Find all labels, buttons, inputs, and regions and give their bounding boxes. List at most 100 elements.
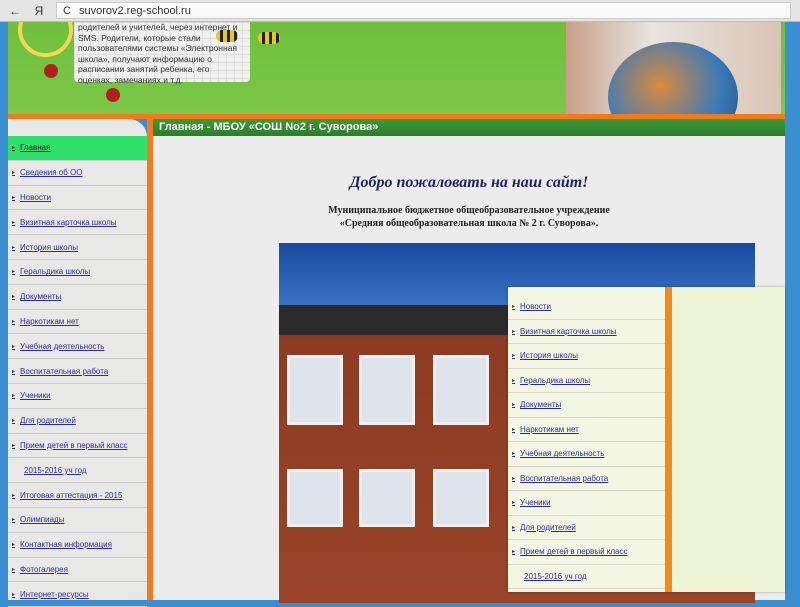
menu-item[interactable]: ▸ Наркотикам нет — [8, 310, 147, 335]
bullet-icon: ▸ — [512, 377, 516, 384]
bullet-icon: ▸ — [512, 304, 516, 311]
menu-item[interactable]: ▸ Итоговая аттестация - 2015 — [8, 483, 147, 508]
bullet-icon: ▸ — [12, 542, 16, 549]
bullet-icon: ▸ — [12, 219, 16, 226]
menu-item[interactable]: ▸ Главная — [8, 136, 147, 161]
overlay-blank — [672, 287, 785, 592]
menu-item-label: Визитная карточка школы — [20, 217, 117, 227]
flower-icon — [44, 64, 58, 78]
bullet-icon: ▸ — [12, 343, 16, 350]
menu-item-label: Главная — [20, 143, 51, 153]
bullet-icon: ▸ — [12, 442, 16, 449]
menu-item-label: Наркотикам нет — [20, 316, 79, 326]
bullet-icon: ▸ — [512, 451, 516, 458]
bullet-icon: ▸ — [512, 549, 516, 556]
bullet-icon: ▸ — [512, 426, 516, 433]
menu-item-label: Прием детей в первый класс — [520, 547, 628, 557]
menu-item[interactable]: ▸ Учебная деятельность — [8, 334, 147, 360]
menu-item[interactable]: ▸ Интернет-ресурсы — [8, 582, 147, 607]
menu-item-label: Новости — [20, 192, 51, 202]
menu-item[interactable]: ▸ Геральдика школы — [8, 260, 147, 285]
menu-item[interactable]: ▸ Для родителей — [8, 409, 147, 434]
menu-item-label: Итоговая аттестация - 2015 — [20, 490, 123, 500]
menu-item[interactable]: ▸ Наркотикам нет — [508, 418, 665, 442]
org-line-2: «Средняя общеобразовательная школа № 2 г… — [339, 218, 599, 229]
menu-item[interactable]: ▸ Прием детей в первый класс — [8, 434, 147, 459]
bullet-icon: ▸ — [12, 418, 16, 425]
menu-item-label: История школы — [20, 242, 78, 252]
back-button[interactable]: ← — [6, 4, 24, 18]
menu-item-label: Воспитательная работа — [520, 473, 609, 483]
bullet-icon: ▸ — [12, 170, 16, 177]
menu-item-label: Прием детей в первый класс — [20, 440, 128, 450]
menu-item[interactable]: ▸ Сведения об ОО — [8, 161, 147, 186]
url-text: suvorov2.reg-school.ru — [78, 4, 191, 17]
menu-item[interactable]: ▸ Новости — [8, 186, 147, 211]
address-bar[interactable]: C suvorov2.reg-school.ru — [56, 2, 791, 19]
menu-item-label: Для родителей — [520, 522, 576, 532]
welcome-heading: Добро пожаловать на наш сайт! — [349, 174, 589, 191]
menu-item[interactable]: ▸ Визитная карточка школы — [508, 320, 665, 344]
org-line-1: Муниципальное бюджетное общеобразователь… — [328, 205, 610, 216]
refresh-icon[interactable]: C — [63, 5, 71, 17]
sidebar-menu: ▸ Главная ▸ Сведения об ОО ▸ Новости ▸ Визитная… — [8, 136, 147, 607]
menu-item[interactable]: ▸ Для родителей — [508, 516, 665, 540]
menu-item-label: Олимпиады — [20, 515, 65, 525]
menu-item-label: Новости — [520, 302, 551, 312]
menu-item-label: Сведения об ОО — [20, 168, 83, 178]
menu-item-label: Наркотикам нет — [520, 424, 579, 434]
bee-icon — [216, 30, 238, 42]
menu-item[interactable]: ▸ Новости — [508, 295, 665, 320]
sun-icon — [18, 22, 73, 57]
bullet-icon: ▸ — [12, 566, 16, 573]
menu-item[interactable]: ▸ Фотогалерея — [8, 558, 147, 583]
yandex-icon[interactable]: Я — [30, 4, 48, 18]
menu-item[interactable]: ▸ История школы — [8, 235, 147, 260]
flower-icon — [106, 88, 120, 102]
menu-item[interactable]: ▸ Прием детей в первый класс — [508, 540, 665, 565]
menu-item[interactable]: ▸ Ученики — [508, 491, 665, 516]
overlay-border — [665, 287, 672, 592]
menu-item-label: Для родителей — [20, 416, 76, 426]
menu-item-label: 2015-2016 уч год — [524, 571, 587, 581]
menu-item-label: Учебная деятельность — [520, 449, 605, 459]
page-title: Главная - МБОУ «СОШ No2 г. Суворова» — [153, 119, 785, 136]
bullet-icon: ▸ — [12, 368, 16, 375]
bullet-icon: ▸ — [12, 269, 16, 276]
menu-item-label: 2015-2016 уч год — [24, 465, 87, 475]
bullet-icon: ▸ — [12, 244, 16, 251]
menu-item[interactable]: ▸ Документы — [8, 285, 147, 310]
bullet-icon: ▸ — [512, 500, 516, 507]
menu-item[interactable]: ▸ Геральдика школы — [508, 369, 665, 393]
bullet-icon: ▸ — [512, 524, 516, 531]
bullet-icon: ▸ — [12, 145, 16, 152]
bullet-icon: ▸ — [12, 194, 16, 201]
menu-item[interactable]: 2015-2016 уч год — [508, 565, 665, 589]
menu-item-label: Документы — [520, 400, 562, 410]
bullet-icon: ▸ — [512, 402, 516, 409]
menu-item[interactable]: ▸ Документы — [508, 393, 665, 418]
menu-item-label: Учебная деятельность — [20, 341, 105, 351]
browser-toolbar: ← Я C suvorov2.reg-school.ru — [0, 0, 800, 22]
site-header: родителей и учителей, через интернет и S… — [8, 22, 785, 116]
menu-item-label: Фотогалерея — [20, 564, 68, 574]
menu-item[interactable]: ▸ Олимпиады — [8, 508, 147, 533]
menu-item[interactable]: ▸ История школы — [508, 344, 665, 369]
menu-item[interactable]: ▸ Воспитательная работа — [8, 359, 147, 384]
menu-item[interactable]: ▸ Контактная информация — [8, 533, 147, 558]
overlay-menu-panel: ▸ Новости ▸ Визитная карточка школы ▸ История… — [508, 287, 785, 592]
menu-item-label: Геральдика школы — [20, 267, 91, 277]
menu-item[interactable]: ▸ Воспитательная работа — [508, 467, 665, 491]
bullet-icon: ▸ — [12, 591, 16, 598]
menu-item-label: Геральдика школы — [520, 375, 591, 385]
menu-item-label: Ученики — [520, 498, 551, 508]
menu-item-label: Визитная карточка школы — [520, 326, 617, 336]
menu-item[interactable]: ▸ Ученики — [8, 384, 147, 409]
menu-item-label: Интернет-ресурсы — [20, 589, 89, 599]
bullet-icon: ▸ — [12, 393, 16, 400]
menu-item[interactable]: ▸ Учебная деятельность — [508, 442, 665, 467]
overlay-menu: ▸ Новости ▸ Визитная карточка школы ▸ История… — [508, 295, 665, 589]
menu-item[interactable]: 2015-2016 уч год — [8, 458, 147, 484]
bullet-icon: ▸ — [512, 328, 516, 335]
menu-item[interactable]: ▸ Визитная карточка школы — [8, 210, 147, 236]
